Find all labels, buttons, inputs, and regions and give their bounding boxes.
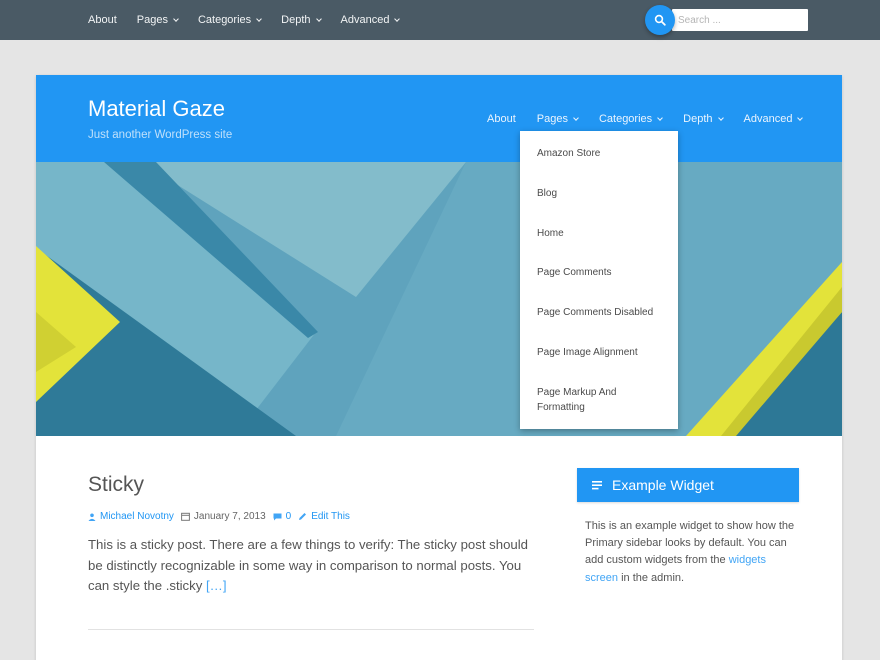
post-divider [88, 629, 534, 630]
top-nav-pages-label: Pages [136, 14, 168, 26]
chevron-down-icon [573, 114, 579, 121]
text-lines-icon [592, 480, 602, 489]
widget-body: This is an example widget to show how th… [585, 518, 795, 587]
dropdown-item-page-comments-disabled[interactable]: Page Comments Disabled [537, 305, 667, 320]
post-author[interactable]: Michael Novotny [88, 511, 174, 522]
main-nav-categories-label: Categories [598, 113, 653, 125]
main-nav-pages-label: Pages [536, 113, 568, 125]
post-comments-count: 0 [285, 511, 292, 522]
top-nav-about-label: About [88, 14, 117, 26]
site-header: Material Gaze Just another WordPress sit… [36, 75, 842, 162]
search-input[interactable] [672, 9, 808, 31]
main-nav-menu: About Pages Categories Depth Advanced [487, 113, 823, 125]
top-navigation-bar: About Pages Categories Depth Advanced [0, 0, 880, 40]
post-meta: Michael Novotny January 7, 2013 0 Edit T… [88, 511, 357, 522]
top-nav-categories-label: Categories [197, 14, 252, 26]
main-nav-advanced-label: Advanced [743, 113, 793, 125]
site-tagline: Just another WordPress site [88, 129, 233, 141]
dropdown-item-amazon-store[interactable]: Amazon Store [537, 146, 667, 161]
post-edit-link[interactable]: Edit This [298, 511, 350, 522]
chevron-down-icon [256, 15, 262, 22]
top-nav-categories[interactable]: Categories [197, 14, 262, 26]
widget-text-after: in the admin. [621, 571, 685, 584]
top-nav-menu: About Pages Categories Depth Advanced [88, 0, 419, 40]
dropdown-item-blog[interactable]: Blog [537, 186, 667, 201]
search-icon [654, 14, 666, 26]
chevron-down-icon [394, 15, 401, 22]
post-excerpt: This is a sticky post. There are a few t… [88, 535, 536, 597]
dropdown-item-page-markup-formatting[interactable]: Page Markup And Formatting [537, 385, 647, 415]
chevron-down-icon [657, 114, 663, 121]
main-nav-depth-label: Depth [683, 113, 713, 125]
dropdown-item-page-image-alignment[interactable]: Page Image Alignment [537, 345, 667, 360]
header-hero-image [36, 162, 842, 436]
main-nav-about[interactable]: About [487, 113, 516, 125]
top-nav-depth-label: Depth [281, 14, 311, 26]
post-date-text: January 7, 2013 [193, 511, 266, 522]
top-nav-advanced[interactable]: Advanced [340, 14, 401, 26]
search-button[interactable] [645, 5, 675, 35]
chevron-down-icon [173, 15, 179, 22]
chevron-down-icon [717, 114, 724, 121]
chevron-down-icon [315, 15, 322, 22]
read-more-link[interactable]: […] [206, 578, 227, 593]
main-nav-advanced[interactable]: Advanced [743, 113, 804, 125]
post-comments-link[interactable]: 0 [273, 511, 292, 522]
dropdown-item-home[interactable]: Home [537, 226, 667, 241]
widget-title: Example Widget [612, 477, 714, 493]
main-nav-pages[interactable]: Pages [536, 113, 579, 125]
post-date: January 7, 2013 [181, 511, 266, 522]
site-title[interactable]: Material Gaze [88, 96, 225, 122]
material-background-illustration [36, 162, 842, 436]
post-author-name: Michael Novotny [100, 511, 174, 522]
top-nav-about[interactable]: About [88, 14, 117, 26]
main-nav-about-label: About [487, 113, 516, 125]
pages-dropdown-menu: Amazon Store Blog Home Page Comments Pag… [520, 131, 678, 429]
chevron-down-icon [797, 114, 804, 121]
comment-icon [273, 513, 282, 520]
main-nav-categories[interactable]: Categories [598, 113, 663, 125]
pencil-icon [299, 513, 307, 520]
top-nav-depth[interactable]: Depth [281, 14, 322, 26]
top-nav-pages[interactable]: Pages [136, 14, 179, 26]
post-excerpt-text: This is a sticky post. There are a few t… [88, 537, 529, 593]
calendar-icon [181, 512, 190, 521]
dropdown-item-page-comments[interactable]: Page Comments [537, 265, 667, 280]
main-nav-depth[interactable]: Depth [683, 113, 724, 125]
content-card: Material Gaze Just another WordPress sit… [36, 75, 842, 660]
user-icon [88, 513, 96, 521]
post-title[interactable]: Sticky [88, 473, 144, 497]
widget-header: Example Widget [577, 468, 799, 502]
post-edit-label: Edit This [311, 511, 350, 522]
top-nav-advanced-label: Advanced [340, 14, 390, 26]
